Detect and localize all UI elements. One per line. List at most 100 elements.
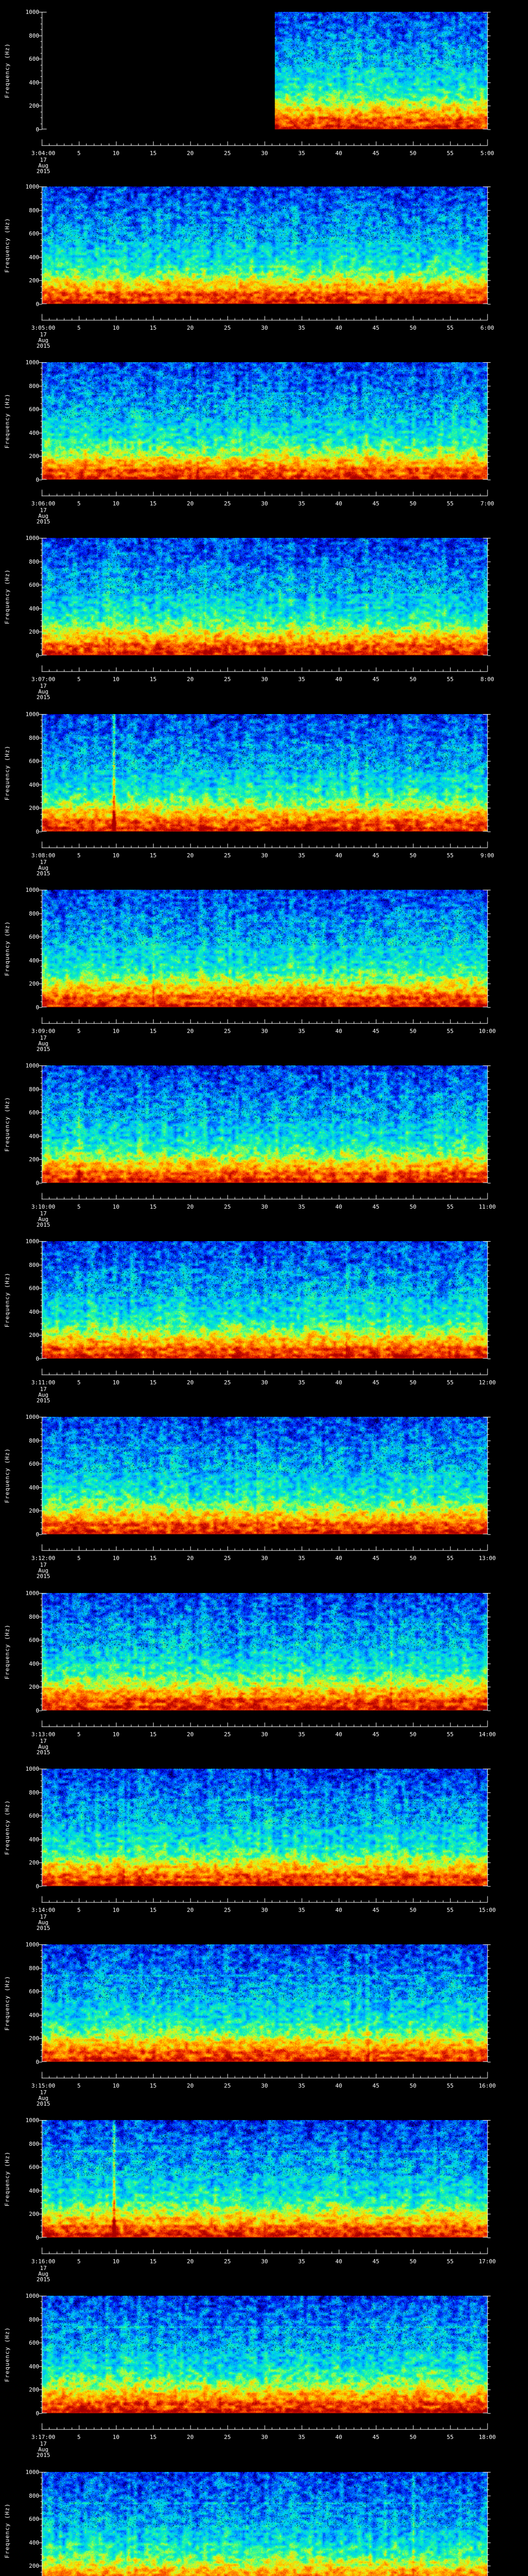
x-tick-label: 5 <box>77 2082 81 2089</box>
y-tick-label: 400 <box>29 2539 39 2546</box>
x-start-time-label: 3:10:00 <box>31 1204 56 1210</box>
y-axis-title: Frequency (Hz) <box>4 1975 11 2031</box>
date-year-label: 2015 <box>36 1925 51 1931</box>
date-year-label: 2015 <box>36 1222 51 1228</box>
x-tick-label: 20 <box>187 1379 194 1386</box>
x-tick-label: 30 <box>261 1028 268 1035</box>
spectrogram-panel: Frequency (Hz) 1000 800 600 400 200 0 5 … <box>0 535 528 701</box>
y-tick-label: 1000 <box>25 2117 40 2124</box>
y-tick-label: 1000 <box>25 2293 40 2299</box>
x-tick-label: 50 <box>409 1204 417 1210</box>
x-tick-label: 15 <box>150 1028 157 1035</box>
x-tick-label: 40 <box>335 2258 342 2265</box>
y-tick-label: 600 <box>29 1637 39 1643</box>
x-tick-label: 20 <box>187 150 194 157</box>
x-tick-label: 45 <box>372 1555 380 1562</box>
x-tick-label: 15 <box>150 1907 157 1913</box>
y-axis-title: Frequency (Hz) <box>4 217 11 273</box>
y-axis-title: Frequency (Hz) <box>4 1272 11 1328</box>
x-tick-label: 15 <box>150 2258 157 2265</box>
y-tick-label: 400 <box>29 430 39 436</box>
y-tick-label: 800 <box>29 1965 39 1972</box>
x-end-time-label: 6:00 <box>480 325 494 331</box>
y-tick-label: 400 <box>29 1660 39 1667</box>
x-end-time-label: 15:00 <box>478 1907 496 1913</box>
y-tick-label: 800 <box>29 1789 39 1796</box>
x-tick-label: 10 <box>112 2434 120 2441</box>
x-start-time-label: 3:15:00 <box>31 2082 56 2089</box>
x-start-time-label: 3:11:00 <box>31 1379 56 1386</box>
x-tick-label: 40 <box>335 676 342 683</box>
y-tick-label: 400 <box>29 2188 39 2194</box>
spectrogram-heatmap <box>0 187 528 323</box>
x-tick-label: 35 <box>298 1028 305 1035</box>
y-tick-label: 600 <box>29 2340 39 2346</box>
y-tick-label: 1000 <box>25 2469 40 2476</box>
spectrogram-heatmap <box>0 890 528 1026</box>
x-tick-label: 5 <box>77 1028 81 1035</box>
x-tick-label: 10 <box>112 1379 120 1386</box>
x-tick-label: 50 <box>409 852 417 859</box>
x-tick-label: 25 <box>224 676 231 683</box>
x-tick-label: 55 <box>447 1028 454 1035</box>
y-tick-label: 0 <box>36 1883 39 1890</box>
x-start-time-label: 3:08:00 <box>31 852 56 859</box>
y-tick-label: 200 <box>29 1684 39 1690</box>
spectrogram-panel: Frequency (Hz) 1000 800 600 400 200 0 5 … <box>0 2117 528 2283</box>
x-start-time-label: 3:04:00 <box>31 150 56 157</box>
x-end-time-label: 7:00 <box>480 500 494 507</box>
y-tick-label: 1000 <box>25 1941 40 1948</box>
y-tick-label: 600 <box>29 2516 39 2522</box>
x-end-time-label: 14:00 <box>478 1731 496 1738</box>
y-axis-title: Frequency (Hz) <box>4 1800 11 1855</box>
spectrogram-panel: Frequency (Hz) 1000 800 600 400 200 0 5 … <box>0 887 528 1053</box>
spectrogram-panel: Frequency (Hz) 1000 800 600 400 200 0 5 … <box>0 183 528 349</box>
x-tick-label: 35 <box>298 1379 305 1386</box>
x-tick-label: 5 <box>77 1204 81 1210</box>
y-tick-label: 800 <box>29 1262 39 1268</box>
y-tick-label: 1000 <box>25 535 40 541</box>
y-tick-label: 400 <box>29 1836 39 1843</box>
x-tick-label: 55 <box>447 2082 454 2089</box>
x-tick-label: 45 <box>372 1379 380 1386</box>
x-tick-label: 5 <box>77 852 81 859</box>
x-tick-label: 50 <box>409 1028 417 1035</box>
y-tick-label: 1000 <box>25 183 40 190</box>
x-tick-label: 55 <box>447 1907 454 1913</box>
x-tick-label: 40 <box>335 1555 342 1562</box>
y-axis-title: Frequency (Hz) <box>4 569 11 624</box>
y-tick-label: 400 <box>29 2363 39 2370</box>
x-start-time-label: 3:17:00 <box>31 2434 56 2441</box>
x-tick-label: 25 <box>224 2082 231 2089</box>
x-tick-label: 30 <box>261 2082 268 2089</box>
x-tick-label: 30 <box>261 2434 268 2441</box>
y-tick-label: 200 <box>29 805 39 811</box>
x-end-time-label: 17:00 <box>478 2258 496 2265</box>
y-tick-label: 0 <box>36 1707 39 1714</box>
x-tick-label: 10 <box>112 325 120 331</box>
y-tick-label: 0 <box>36 828 39 835</box>
y-tick-label: 600 <box>29 230 39 237</box>
x-tick-label: 30 <box>261 1555 268 1562</box>
y-tick-label: 1000 <box>25 1062 40 1069</box>
spectrogram-heatmap <box>0 2296 528 2432</box>
y-tick-label: 0 <box>36 301 39 308</box>
y-tick-label: 400 <box>29 1484 39 1491</box>
y-tick-label: 600 <box>29 1461 39 1467</box>
y-tick-label: 600 <box>29 2164 39 2171</box>
x-tick-label: 20 <box>187 1204 194 1210</box>
x-tick-label: 20 <box>187 2434 194 2441</box>
x-tick-label: 15 <box>150 676 157 683</box>
x-tick-label: 5 <box>77 1731 81 1738</box>
y-tick-label: 800 <box>29 1614 39 1620</box>
x-tick-label: 25 <box>224 1204 231 1210</box>
x-tick-label: 20 <box>187 1028 194 1035</box>
y-tick-label: 1000 <box>25 1238 40 1245</box>
x-tick-label: 15 <box>150 325 157 331</box>
y-tick-label: 800 <box>29 1437 39 1444</box>
date-year-label: 2015 <box>36 343 51 349</box>
x-tick-label: 35 <box>298 150 305 157</box>
y-tick-label: 0 <box>36 652 39 659</box>
x-tick-label: 50 <box>409 1731 417 1738</box>
spectrogram-heatmap <box>0 1944 528 2080</box>
